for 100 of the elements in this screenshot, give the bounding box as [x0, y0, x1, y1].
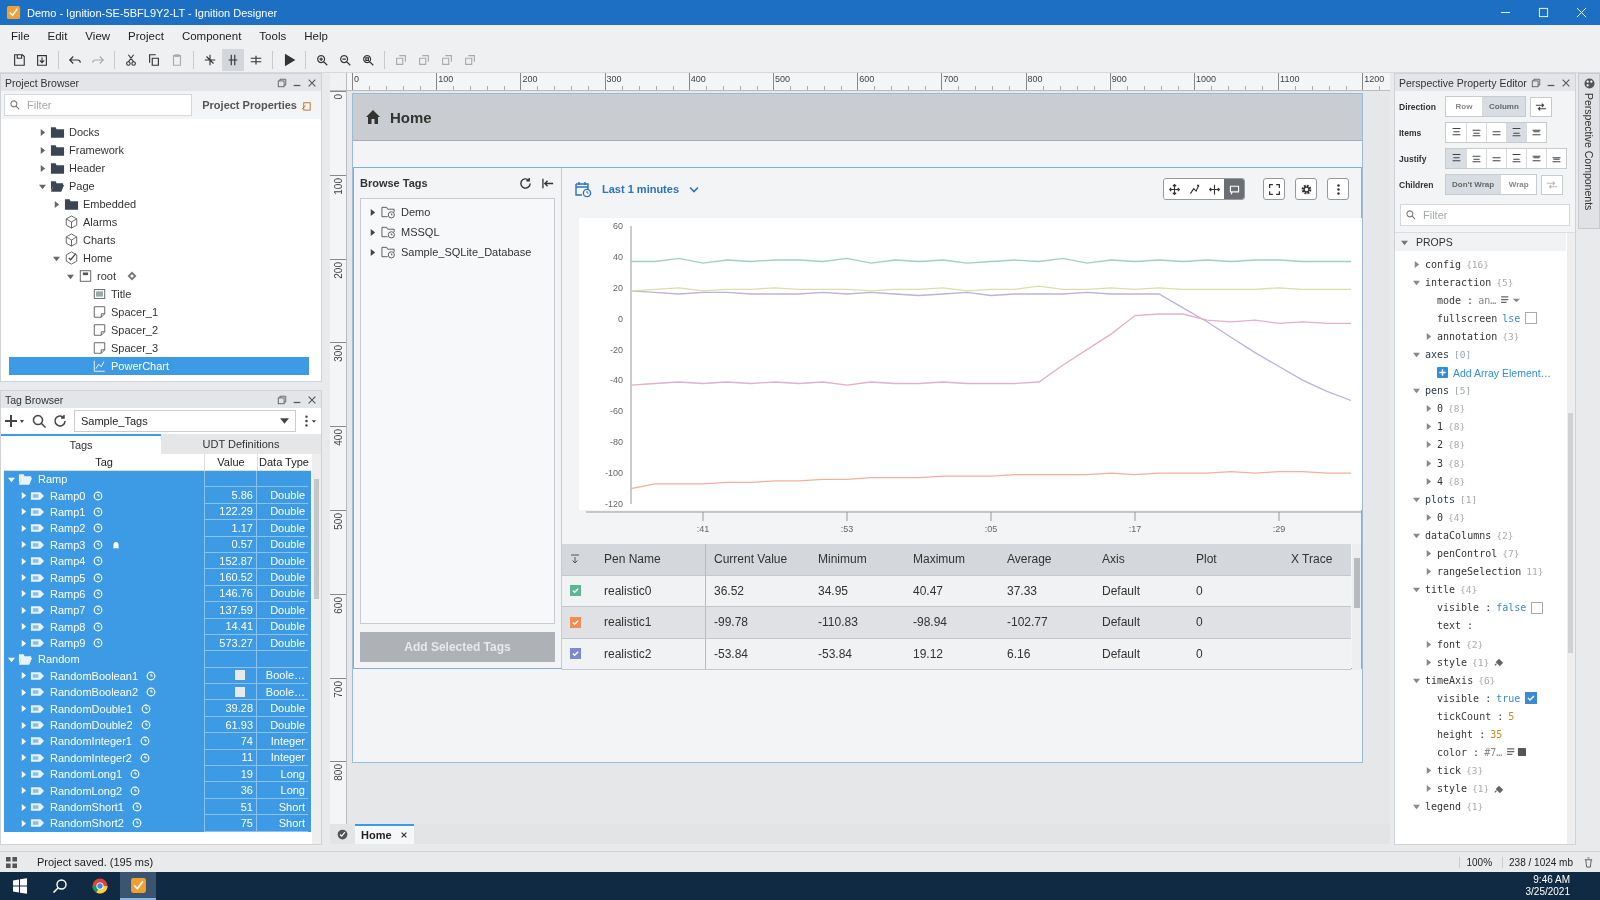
tree-item[interactable]: Spacer_2: [9, 321, 309, 339]
refresh-icon[interactable]: [519, 176, 532, 190]
property-value[interactable]: an…: [1478, 294, 1497, 306]
property-value[interactable]: true: [1496, 692, 1521, 704]
filter-field[interactable]: Filter: [1400, 204, 1570, 226]
checkbox[interactable]: [1531, 601, 1544, 614]
menu-item[interactable]: Component: [174, 28, 249, 44]
expand-arrow-icon[interactable]: [53, 254, 60, 262]
close-icon[interactable]: [307, 394, 317, 405]
expand-arrow-icon[interactable]: [1401, 238, 1408, 246]
search-icon[interactable]: [32, 414, 46, 428]
scrollbar[interactable]: [1567, 233, 1575, 844]
trash-icon[interactable]: [1583, 856, 1594, 868]
tree-item[interactable]: Sample_SQLite_Database: [361, 242, 554, 262]
restore-icon[interactable]: [277, 77, 287, 88]
app-taskbar-button[interactable]: [120, 872, 156, 900]
more-button[interactable]: [1327, 178, 1349, 200]
settings-button[interactable]: [1295, 178, 1317, 200]
property-value[interactable]: #7…: [1484, 747, 1503, 759]
refresh-icon[interactable]: [53, 414, 67, 428]
expand-arrow-icon[interactable]: [39, 164, 46, 172]
pen-checkbox[interactable]: [570, 648, 581, 660]
side-tab[interactable]: Perspective Components: [1578, 73, 1600, 229]
menu-item[interactable]: File: [4, 28, 37, 44]
color-swatch-icon[interactable]: [1507, 748, 1528, 758]
menu-item[interactable]: Edit: [40, 28, 75, 44]
tree-item[interactable]: Page: [9, 177, 309, 195]
column-header[interactable]: X Trace: [1283, 544, 1351, 575]
expand-arrow-icon[interactable]: [67, 272, 74, 280]
column-header[interactable]: Tag: [4, 454, 204, 470]
column-header[interactable]: Average: [999, 544, 1094, 575]
tree-item[interactable]: Spacer_3: [9, 339, 309, 357]
menu-item[interactable]: Tools: [252, 28, 294, 44]
close-icon[interactable]: [1561, 77, 1571, 88]
close-icon[interactable]: [399, 831, 408, 839]
checkbox[interactable]: [1525, 312, 1538, 325]
tree-item[interactable]: Demo: [361, 202, 554, 222]
expand-arrow-icon[interactable]: [369, 228, 376, 236]
editor-tab[interactable]: Home: [355, 824, 414, 844]
tree-item[interactable]: Charts: [9, 231, 309, 249]
collapse-icon[interactable]: [542, 176, 555, 190]
calendar-clock-icon[interactable]: [574, 180, 592, 198]
tree-item[interactable]: Framework: [9, 141, 309, 159]
tree-item[interactable]: Home: [9, 249, 309, 267]
restore-icon[interactable]: [277, 394, 287, 405]
column-header[interactable]: Pen Name: [594, 544, 706, 575]
tree-item[interactable]: Title: [9, 285, 309, 303]
grid-icon[interactable]: [6, 856, 17, 868]
column-header[interactable]: Minimum: [810, 544, 905, 575]
tree-item[interactable]: Alarms: [9, 213, 309, 231]
add-icon[interactable]: [5, 414, 25, 428]
list-dropdown-icon[interactable]: [1501, 295, 1522, 305]
tree-item[interactable]: MSSQL: [361, 222, 554, 242]
expand-arrow-icon[interactable]: [39, 128, 46, 136]
menu-item[interactable]: Project: [121, 28, 171, 44]
swap-button[interactable]: [1529, 96, 1552, 117]
trace-button[interactable]: [1204, 179, 1224, 199]
toggle-button[interactable]: Don't Wrap: [1446, 175, 1501, 194]
fullscreen-button[interactable]: [1263, 178, 1285, 200]
tree-item[interactable]: Embedded: [9, 195, 309, 213]
menu-item[interactable]: View: [78, 28, 118, 44]
scrollbar[interactable]: [312, 454, 321, 844]
column-header[interactable]: Maximum: [905, 544, 999, 575]
comment-button[interactable]: [1224, 179, 1244, 199]
property-value[interactable]: false: [1496, 602, 1527, 614]
move-button[interactable]: [1164, 179, 1184, 199]
tree-item[interactable]: Docks: [9, 123, 309, 141]
expand-arrow-icon[interactable]: [53, 200, 60, 208]
scrollbar[interactable]: [1352, 544, 1361, 670]
tree-item[interactable]: root: [9, 267, 309, 285]
pen-checkbox[interactable]: [570, 585, 581, 597]
sort-icon[interactable]: [570, 554, 580, 565]
add-array-element-link[interactable]: Add Array Element…: [1453, 366, 1552, 379]
property-value[interactable]: lse: [1502, 312, 1521, 324]
paint-bucket-icon[interactable]: [1494, 783, 1505, 794]
checkbox[interactable]: [235, 686, 245, 697]
paint-bucket-icon[interactable]: [1494, 657, 1505, 668]
pen-checkbox[interactable]: [570, 616, 581, 628]
checkbox[interactable]: [235, 670, 245, 681]
range-dropdown[interactable]: Last 1 minutes: [598, 183, 704, 195]
tab[interactable]: Tags: [1, 434, 161, 454]
toggle-button[interactable]: Column: [1482, 97, 1525, 116]
checkbox[interactable]: [1525, 692, 1538, 705]
column-header[interactable]: Value: [204, 454, 257, 470]
column-header[interactable]: Axis: [1094, 544, 1188, 575]
tree-item[interactable]: Spacer_1: [9, 303, 309, 321]
restore-icon[interactable]: [1531, 77, 1541, 88]
expand-arrow-icon[interactable]: [369, 208, 376, 216]
close-icon[interactable]: [307, 77, 317, 88]
align-button[interactable]: [1506, 123, 1526, 142]
more-icon[interactable]: [303, 414, 317, 428]
column-header[interactable]: Data Type: [257, 454, 310, 470]
expand-arrow-icon[interactable]: [39, 182, 46, 190]
toolbar-button[interactable]: [222, 48, 244, 71]
column-header[interactable]: Current Value: [706, 544, 810, 575]
menu-item[interactable]: Help: [297, 28, 335, 44]
section-header[interactable]: PROPS: [1395, 233, 1566, 251]
expand-arrow-icon[interactable]: [369, 248, 376, 256]
tab[interactable]: UDT Definitions: [161, 434, 321, 454]
column-header[interactable]: Plot: [1188, 544, 1283, 575]
